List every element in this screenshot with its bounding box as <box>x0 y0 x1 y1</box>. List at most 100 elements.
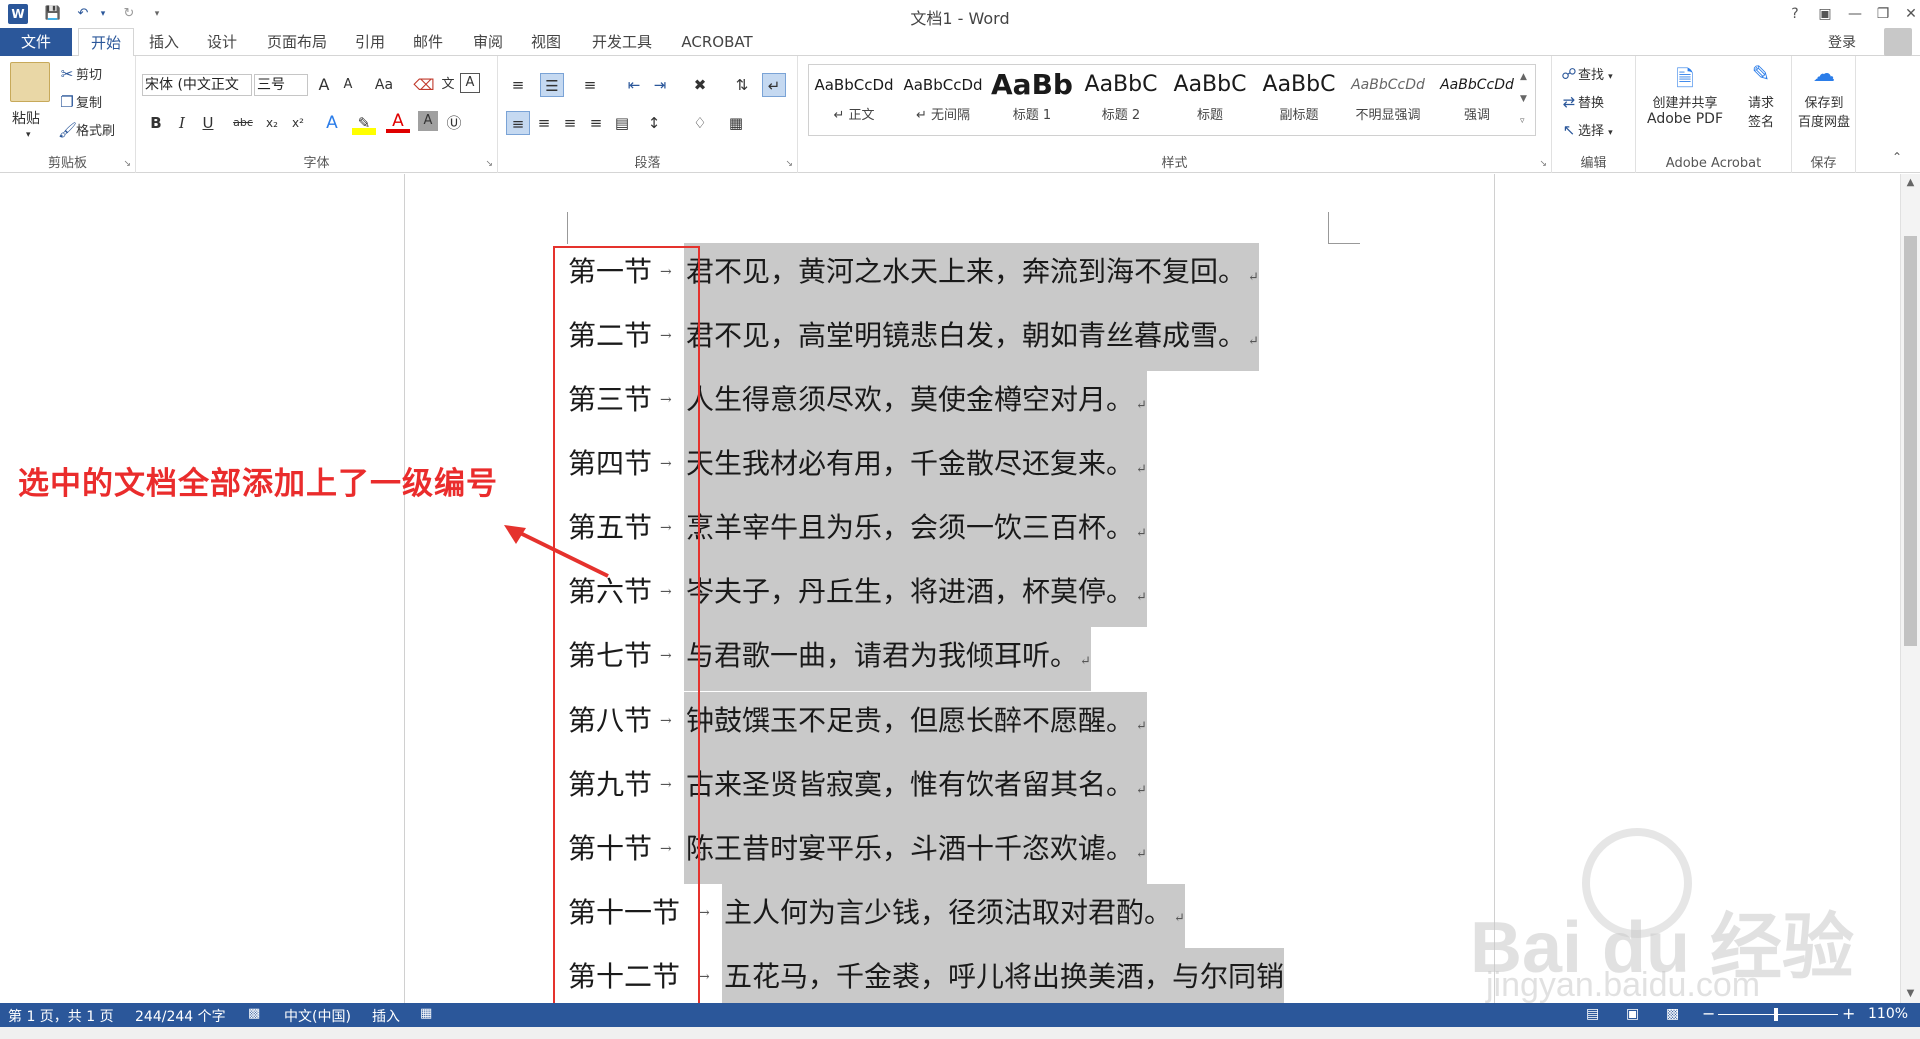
tab-references[interactable]: 引用 <box>348 28 392 56</box>
restore-icon[interactable]: ❐ <box>1868 2 1898 26</box>
selected-text[interactable]: 陈王昔时宴平乐，斗酒十千恣欢谑。 ↵ <box>684 820 1147 884</box>
align-left-icon[interactable]: ≡ <box>506 111 530 135</box>
selected-text[interactable]: 岑夫子，丹丘生，将进酒，杯莫停。 ↵ <box>684 563 1147 627</box>
selected-text[interactable]: 君不见，黄河之水天上来，奔流到海不复回。 ↵ <box>684 243 1259 307</box>
help-button[interactable]: ? <box>1780 2 1810 26</box>
page-count[interactable]: 第 1 页，共 1 页 <box>8 1006 114 1026</box>
strikethrough-button[interactable]: abc <box>228 111 258 135</box>
selected-text[interactable]: 天生我材必有用，千金散尽还复来。 ↵ <box>684 435 1147 499</box>
macro-record-icon[interactable]: ▦ <box>420 1006 432 1021</box>
zoom-slider-thumb[interactable] <box>1774 1008 1778 1021</box>
selected-text[interactable]: 与君歌一曲，请君为我倾耳听。 ↵ <box>684 627 1091 691</box>
undo-icon[interactable]: ↶ <box>72 3 94 25</box>
find-button[interactable]: ☍查找 ▾ <box>1560 64 1612 83</box>
multilevel-list-icon[interactable]: ≡ <box>578 73 602 97</box>
font-launcher-icon[interactable]: ↘ <box>485 159 493 169</box>
close-icon[interactable]: ✕ <box>1896 2 1920 26</box>
login-link[interactable]: 登录 <box>1828 32 1856 52</box>
tab-page-layout[interactable]: 页面布局 <box>260 28 334 56</box>
style-emphasis[interactable]: AaBbCcDd 强调 <box>1433 66 1521 130</box>
superscript-button[interactable]: x² <box>286 111 310 135</box>
save-icon[interactable]: 💾 <box>42 3 64 25</box>
paste-button[interactable]: 粘贴 <box>12 108 40 128</box>
underline-button[interactable]: U <box>196 111 220 135</box>
font-color-icon[interactable]: A <box>386 111 410 133</box>
tab-insert[interactable]: 插入 <box>142 28 186 56</box>
tab-developer[interactable]: 开发工具 <box>586 28 658 56</box>
scroll-thumb[interactable] <box>1904 236 1917 646</box>
styles-more-icon[interactable]: ▿ <box>1520 110 1525 132</box>
language[interactable]: 中文(中国) <box>284 1006 351 1026</box>
text-effects-icon[interactable]: A <box>320 111 344 135</box>
distributed-icon[interactable]: ▤ <box>610 111 634 135</box>
zoom-level[interactable]: 110% <box>1868 1006 1908 1022</box>
zoom-out-button[interactable]: − <box>1702 1004 1715 1023</box>
undo-dropdown-icon[interactable]: ▾ <box>92 3 114 25</box>
collapse-ribbon-icon[interactable]: ⌃ <box>1892 150 1902 164</box>
italic-button[interactable]: I <box>170 111 194 135</box>
scroll-up-icon[interactable]: ▲ <box>1904 176 1917 190</box>
sort-icon[interactable]: ⇅ <box>730 73 754 97</box>
style-normal[interactable]: AaBbCcDd ↵ 正文 <box>810 66 898 130</box>
copy-button[interactable]: ❐ 复制 <box>58 92 102 111</box>
minimize-icon[interactable]: — <box>1840 2 1870 26</box>
decrease-indent-icon[interactable]: ⇤ <box>622 73 646 97</box>
align-center-icon[interactable]: ≡ <box>532 111 556 135</box>
clipboard-launcher-icon[interactable]: ↘ <box>123 159 131 169</box>
phonetic-guide-icon[interactable]: 文 <box>436 73 460 97</box>
tab-acrobat[interactable]: ACROBAT <box>672 28 762 56</box>
customize-toolbar-icon[interactable]: ▾ <box>146 3 168 25</box>
style-subtitle[interactable]: AaBbC 副标题 <box>1255 66 1343 130</box>
borders-icon[interactable]: ▦ <box>724 111 748 135</box>
increase-indent-icon[interactable]: ⇥ <box>648 73 672 97</box>
style-subtle-emphasis[interactable]: AaBbCcDd 不明显强调 <box>1344 66 1432 130</box>
font-name-select[interactable]: 宋体 (中文正文 <box>142 74 252 96</box>
style-no-spacing[interactable]: AaBbCcDd ↵ 无间隔 <box>899 66 987 130</box>
shading-icon[interactable]: ♢ <box>688 111 712 135</box>
create-pdf-button[interactable]: 🗎 创建并共享 Adobe PDF <box>1640 62 1730 127</box>
paragraph-launcher-icon[interactable]: ↘ <box>785 159 793 169</box>
selected-text[interactable]: 人生得意须尽欢，莫使金樽空对月。 ↵ <box>684 371 1147 435</box>
vertical-scrollbar[interactable]: ▲ ▼ <box>1900 174 1920 1003</box>
save-to-baidu-button[interactable]: ☁ 保存到 百度网盘 <box>1794 62 1854 130</box>
tab-file[interactable]: 文件 <box>0 28 72 56</box>
document-area[interactable]: 第一节 → 君不见，黄河之水天上来，奔流到海不复回。 ↵ 第二节 → 君不见，高堂… <box>0 174 1900 1012</box>
show-marks-icon[interactable]: ↵ <box>762 73 786 97</box>
insert-mode[interactable]: 插入 <box>372 1006 400 1026</box>
change-case-button[interactable]: Aa <box>368 73 400 97</box>
justify-icon[interactable]: ≡ <box>584 111 608 135</box>
redo-icon[interactable]: ↻ <box>118 3 140 25</box>
shrink-font-button[interactable]: A <box>336 73 360 97</box>
read-mode-icon[interactable]: ▤ <box>1586 1006 1599 1022</box>
zoom-in-button[interactable]: + <box>1842 1004 1855 1023</box>
line-spacing-icon[interactable]: ↕ <box>642 111 666 135</box>
tab-home[interactable]: 开始 <box>78 28 134 57</box>
styles-scroll-up-icon[interactable]: ▲ <box>1520 66 1527 88</box>
select-button[interactable]: ↖ 选择 ▾ <box>1560 120 1613 139</box>
proofing-icon[interactable]: ▩ <box>248 1006 260 1021</box>
format-painter-button[interactable]: 🖌格式刷 <box>58 120 115 139</box>
character-shading-icon[interactable]: A <box>418 111 438 131</box>
numbering-icon[interactable]: ☰ <box>540 73 564 97</box>
align-right-icon[interactable]: ≡ <box>558 111 582 135</box>
print-layout-icon[interactable]: ▣ <box>1626 1006 1639 1022</box>
highlight-icon[interactable]: ✎ <box>352 111 376 135</box>
grow-font-button[interactable]: A <box>312 73 336 97</box>
bullets-icon[interactable]: ≡ <box>506 73 530 97</box>
bold-button[interactable]: B <box>144 111 168 135</box>
cut-button[interactable]: ✂ 剪切 <box>58 64 102 83</box>
selected-text[interactable]: 主人何为言少钱，径须沽取对君酌。 ↵ <box>722 884 1185 948</box>
web-layout-icon[interactable]: ▩ <box>1666 1006 1679 1022</box>
character-border-icon[interactable]: A <box>460 73 480 93</box>
font-size-select[interactable]: 三号 <box>254 74 308 96</box>
ribbon-display-options-icon[interactable]: ▣ <box>1810 2 1840 26</box>
tab-design[interactable]: 设计 <box>200 28 244 56</box>
style-heading-2[interactable]: AaBbC 标题 2 <box>1077 66 1165 130</box>
subscript-button[interactable]: x₂ <box>260 111 284 135</box>
styles-launcher-icon[interactable]: ↘ <box>1539 159 1547 169</box>
scroll-down-icon[interactable]: ▼ <box>1904 987 1917 1001</box>
selected-text[interactable]: 钟鼓馔玉不足贵，但愿长醉不愿醒。 ↵ <box>684 692 1147 756</box>
selected-text[interactable]: 古来圣贤皆寂寞，惟有饮者留其名。 ↵ <box>684 756 1147 820</box>
zoom-slider[interactable] <box>1718 1014 1838 1015</box>
style-heading-1[interactable]: AaBb 标题 1 <box>988 66 1076 130</box>
